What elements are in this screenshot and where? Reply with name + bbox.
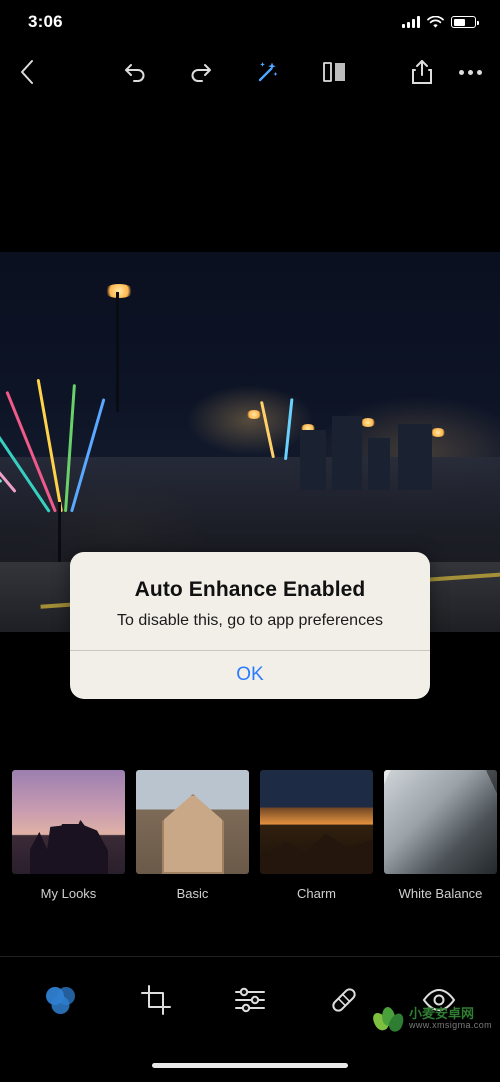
alert-message: To disable this, go to app preferences: [117, 612, 383, 629]
crop-icon: [140, 984, 171, 1015]
alert-ok-button[interactable]: OK: [70, 651, 430, 699]
photo-canvas[interactable]: Auto Enhance Enabled To disable this, go…: [0, 100, 500, 699]
status-bar: 3:06: [0, 0, 500, 44]
status-indicators: [402, 15, 479, 29]
preset-item[interactable]: Charm: [260, 770, 373, 901]
watermark-cn: 小麦安卓网: [408, 1006, 474, 1022]
magic-wand-icon[interactable]: [254, 59, 280, 85]
watermark-en: www.xmsigma.com: [408, 1020, 492, 1031]
preset-label: My Looks: [40, 886, 97, 901]
wifi-icon: [427, 15, 444, 29]
status-time: 3:06: [28, 12, 63, 31]
crop-tool-button[interactable]: [127, 971, 185, 1029]
alert-overlay: Auto Enhance Enabled To disable this, go…: [0, 100, 500, 699]
redo-button[interactable]: [188, 61, 214, 83]
before-after-compare-icon[interactable]: [320, 60, 348, 84]
cellular-bars-icon: [402, 16, 420, 28]
battery-icon: [451, 16, 479, 28]
heal-tool-button[interactable]: [315, 971, 373, 1029]
leaf-logo-icon: [369, 1004, 407, 1034]
watermark: 小麦安卓网 www.xmsigma.com: [369, 1004, 492, 1034]
share-button[interactable]: [411, 59, 433, 85]
three-circles-icon: [42, 984, 80, 1016]
more-options-icon[interactable]: [459, 69, 482, 75]
preset-thumbnail: [384, 770, 497, 874]
presets-strip[interactable]: My Looks Basic Charm White Balance: [0, 762, 500, 922]
chevron-left-icon: [18, 58, 36, 86]
sliders-icon: [234, 986, 266, 1014]
phone-screen: 3:06 Auto Enhance Enabled To disable thi…: [0, 0, 500, 1082]
looks-tool-button[interactable]: [32, 971, 90, 1029]
preset-thumbnail: [136, 770, 249, 874]
preset-label: White Balance: [398, 886, 483, 901]
alert-title: Auto Enhance Enabled: [134, 578, 366, 601]
preset-label: Charm: [296, 886, 336, 901]
preset-label: Basic: [176, 886, 209, 901]
top-toolbar: [0, 44, 500, 100]
back-button[interactable]: [18, 58, 58, 86]
preset-item[interactable]: White Balance: [384, 770, 497, 901]
preset-item[interactable]: Basic: [136, 770, 249, 901]
bandage-icon: [328, 984, 360, 1016]
home-indicator[interactable]: [152, 1063, 348, 1068]
undo-button[interactable]: [122, 61, 148, 83]
adjust-tool-button[interactable]: [221, 971, 279, 1029]
auto-enhance-alert: Auto Enhance Enabled To disable this, go…: [70, 552, 430, 699]
preset-thumbnail: [260, 770, 373, 874]
preset-thumbnail: [12, 770, 125, 874]
preset-item[interactable]: My Looks: [12, 770, 125, 901]
